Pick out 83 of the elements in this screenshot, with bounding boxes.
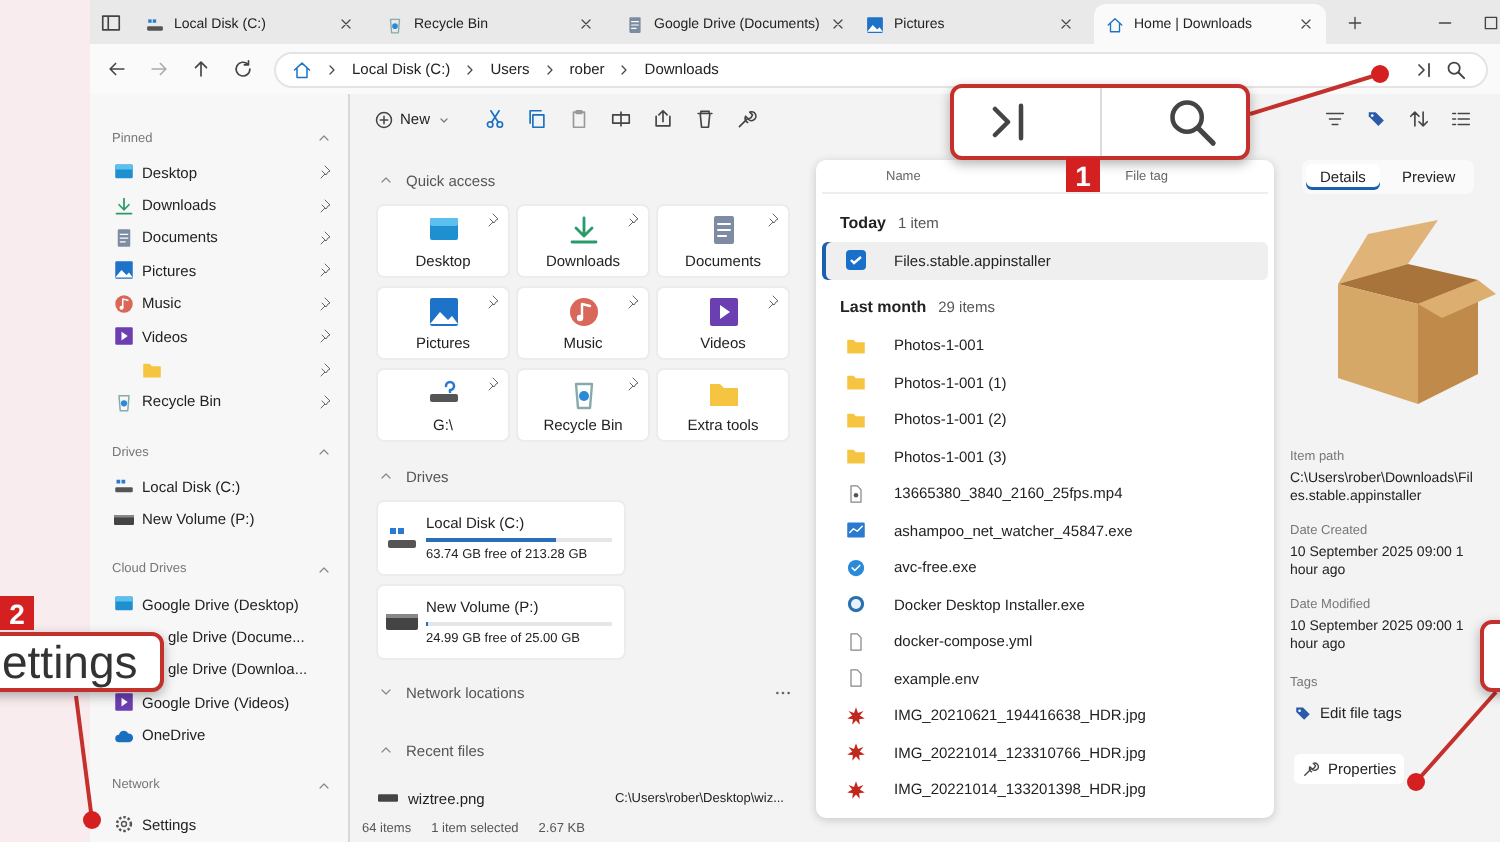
chevron-down-icon[interactable] (378, 684, 394, 700)
folder-icon (142, 359, 162, 380)
cloud-icon (114, 725, 134, 746)
up-arrow-icon[interactable] (190, 58, 212, 80)
folder-icon (846, 335, 866, 356)
video-icon (114, 326, 134, 347)
chevron-up-icon[interactable] (378, 172, 394, 188)
scissors-icon[interactable] (484, 108, 507, 130)
tag-icon (1294, 703, 1312, 722)
drive-icon (114, 476, 134, 497)
check-icon (850, 255, 862, 266)
add-circle-icon (374, 109, 394, 129)
search-icon (1166, 96, 1218, 148)
tag-icon[interactable] (1366, 108, 1388, 130)
picture-icon (866, 15, 884, 33)
drive-icon (146, 15, 164, 33)
download-icon (567, 213, 599, 245)
drive-icon (386, 522, 418, 554)
add-icon[interactable] (1346, 13, 1364, 31)
wrench-icon[interactable] (736, 108, 759, 130)
file-icon (846, 668, 866, 689)
filter-icon[interactable] (1324, 108, 1346, 130)
music-icon (567, 295, 599, 327)
copy-icon[interactable] (526, 108, 549, 130)
chevron-right-icon (324, 61, 340, 77)
rename-icon[interactable] (610, 108, 633, 130)
video-file-icon (846, 483, 866, 504)
close-icon[interactable] (578, 16, 594, 32)
callout-number: 2 (0, 596, 34, 630)
app-icon (846, 557, 866, 578)
callout-number: 1 (1066, 158, 1100, 192)
folder-icon (846, 409, 866, 430)
download-icon (114, 195, 134, 216)
home-icon (1106, 15, 1124, 33)
search-icon[interactable] (1446, 59, 1466, 79)
back-arrow-icon[interactable] (106, 58, 128, 80)
group-title: Last month (840, 298, 927, 316)
callout-box: ettings (0, 632, 164, 692)
refresh-icon[interactable] (232, 58, 254, 80)
chevron-up-icon[interactable] (316, 130, 332, 146)
maximize-icon[interactable] (1482, 13, 1500, 31)
monitor-icon (114, 594, 134, 615)
folder-icon (846, 372, 866, 393)
file-icon (846, 631, 866, 652)
document-icon (626, 15, 644, 33)
picture-icon (427, 295, 459, 327)
app-icon (846, 594, 866, 615)
file-thumbnail-icon (378, 788, 398, 808)
chevron-up-icon[interactable] (378, 468, 394, 484)
clipboard-icon[interactable] (568, 108, 591, 130)
chevron-up-icon[interactable] (378, 742, 394, 758)
leader-line (74, 695, 101, 829)
music-icon (114, 293, 134, 314)
monitor-icon (114, 162, 134, 183)
drive-icon (114, 509, 134, 530)
close-icon[interactable] (829, 16, 846, 32)
leader-line (1407, 690, 1498, 791)
chevron-bar-icon[interactable] (1414, 59, 1434, 79)
list-view-icon[interactable] (1450, 108, 1472, 130)
sidebar-toggle-icon[interactable] (100, 11, 122, 33)
image-file-icon (846, 705, 866, 726)
recycle-bin-icon (386, 15, 404, 33)
sort-icon[interactable] (1408, 108, 1430, 130)
video-icon (114, 692, 134, 713)
settings-icon (114, 814, 134, 834)
picture-icon (114, 260, 134, 281)
app-icon (846, 520, 866, 541)
video-icon (707, 295, 739, 327)
recycle-bin-icon (114, 391, 134, 412)
share-icon[interactable] (652, 108, 675, 130)
wrench-icon (1302, 759, 1320, 778)
image-file-icon (846, 779, 866, 800)
home-icon[interactable] (292, 59, 312, 79)
document-icon (114, 227, 134, 248)
image-file-icon (846, 742, 866, 763)
close-icon[interactable] (1058, 16, 1074, 32)
checkbox[interactable] (846, 250, 866, 271)
monitor-icon (427, 213, 459, 245)
trash-icon[interactable] (694, 108, 717, 130)
folder-icon (846, 446, 866, 467)
group-title: Today (840, 213, 886, 231)
close-icon[interactable] (1298, 16, 1314, 32)
close-icon[interactable] (338, 16, 354, 32)
